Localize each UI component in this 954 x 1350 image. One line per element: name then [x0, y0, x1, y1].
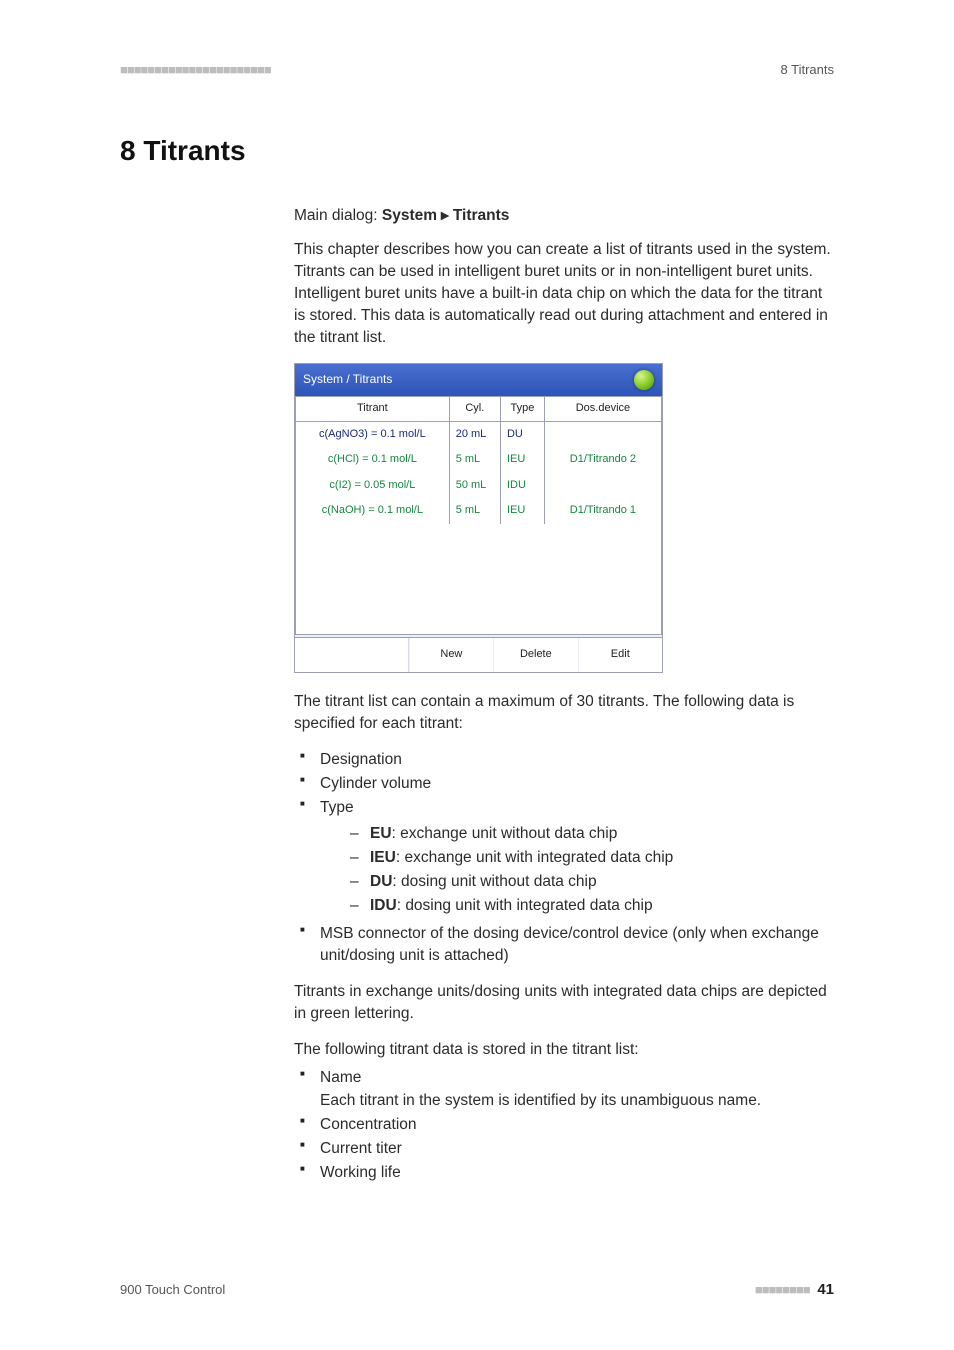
list-item-label: Type — [320, 799, 354, 816]
col-cyl[interactable]: Cyl. — [449, 397, 500, 422]
cell-cyl: 20 mL — [449, 421, 500, 447]
breadcrumb: Main dialog: System▸Titrants — [294, 205, 834, 227]
type-code: IEU — [370, 849, 396, 866]
cell-dev — [544, 473, 661, 499]
screenshot-system-titrants: System / Titrants Titrant Cyl. Type Dos.… — [294, 363, 663, 673]
list-item: Concentration — [294, 1114, 834, 1136]
cell-titrant: c(AgNO3) = 0.1 mol/L — [296, 421, 450, 447]
list-item: Type EU: exchange unit without data chip… — [294, 797, 834, 921]
col-titrant[interactable]: Titrant — [296, 397, 450, 422]
intro-paragraph: This chapter describes how you can creat… — [294, 239, 834, 349]
list-item-label: Name — [320, 1069, 361, 1086]
type-desc: : exchange unit without data chip — [392, 825, 618, 842]
type-desc: : dosing unit with integrated data chip — [397, 897, 653, 914]
cell-type: IEU — [500, 447, 544, 473]
cell-titrant: c(I2) = 0.05 mol/L — [296, 473, 450, 499]
list-item-sublabel: Each titrant in the system is identified… — [320, 1090, 834, 1112]
footer-product: 900 Touch Control — [120, 1282, 225, 1297]
breadcrumb-prefix: Main dialog: — [294, 207, 382, 224]
home-orb-icon[interactable] — [634, 370, 654, 390]
type-code: EU — [370, 825, 392, 842]
specified-data-list: Designation Cylinder volume Type EU: exc… — [294, 749, 834, 967]
list-item: Cylinder volume — [294, 773, 834, 795]
footer-right: ■■■■■■■■ 41 — [755, 1281, 834, 1298]
header-section-label: 8 Titrants — [781, 62, 834, 77]
cell-dev: D1/Titrando 2 — [544, 447, 661, 473]
breadcrumb-part-system: System — [382, 207, 437, 224]
stored-data-list: Name Each titrant in the system is ident… — [294, 1067, 834, 1184]
delete-button[interactable]: Delete — [493, 638, 577, 672]
list-item-label: Concentration — [320, 1116, 417, 1133]
cell-cyl: 5 mL — [449, 498, 500, 524]
type-desc: : exchange unit with integrated data chi… — [396, 849, 673, 866]
list-item: Working life — [294, 1162, 834, 1184]
list-item: IEU: exchange unit with integrated data … — [350, 847, 834, 869]
cell-type: IEU — [500, 498, 544, 524]
breadcrumb-part-titrants: Titrants — [453, 207, 510, 224]
list-item: IDU: dosing unit with integrated data ch… — [350, 895, 834, 917]
cell-cyl: 50 mL — [449, 473, 500, 499]
button-bar-spacer — [295, 638, 409, 672]
list-item: Name Each titrant in the system is ident… — [294, 1067, 834, 1112]
table-empty-area — [296, 524, 662, 634]
type-code: IDU — [370, 897, 397, 914]
screenshot-title: System / Titrants — [303, 371, 392, 388]
table-row[interactable]: c(NaOH) = 0.1 mol/L 5 mL IEU D1/Titrando… — [296, 498, 662, 524]
titrant-table: Titrant Cyl. Type Dos.device c(AgNO3) = … — [295, 396, 662, 634]
page-footer: 900 Touch Control ■■■■■■■■ 41 — [120, 1281, 834, 1298]
cell-dev: D1/Titrando 1 — [544, 498, 661, 524]
table-row[interactable]: c(HCl) = 0.1 mol/L 5 mL IEU D1/Titrando … — [296, 447, 662, 473]
cell-cyl: 5 mL — [449, 447, 500, 473]
list-item-label: MSB connector of the dosing device/contr… — [320, 925, 819, 964]
new-button[interactable]: New — [409, 638, 493, 672]
cell-titrant: c(NaOH) = 0.1 mol/L — [296, 498, 450, 524]
type-desc: : dosing unit without data chip — [392, 873, 596, 890]
breadcrumb-arrow-icon: ▸ — [437, 207, 453, 224]
list-item: Designation — [294, 749, 834, 771]
footer-page-number: 41 — [817, 1281, 834, 1298]
footer-dashes: ■■■■■■■■ — [755, 1282, 810, 1297]
page-header: ■■■■■■■■■■■■■■■■■■■■■■ 8 Titrants — [120, 62, 834, 77]
green-lettering-paragraph: Titrants in exchange units/dosing units … — [294, 981, 834, 1025]
cell-type: IDU — [500, 473, 544, 499]
list-item: MSB connector of the dosing device/contr… — [294, 923, 834, 967]
list-item: DU: dosing unit without data chip — [350, 871, 834, 893]
type-code: DU — [370, 873, 392, 890]
list-item: Current titer — [294, 1138, 834, 1160]
screenshot-titlebar: System / Titrants — [295, 364, 662, 396]
list-item-label: Current titer — [320, 1140, 402, 1157]
stored-data-paragraph: The following titrant data is stored in … — [294, 1039, 834, 1061]
cell-dev — [544, 421, 661, 447]
cell-type: DU — [500, 421, 544, 447]
list-item-label: Designation — [320, 751, 402, 768]
chapter-title: 8 Titrants — [120, 135, 834, 167]
list-item-label: Working life — [320, 1164, 401, 1181]
col-dosdevice[interactable]: Dos.device — [544, 397, 661, 422]
table-row[interactable]: c(AgNO3) = 0.1 mol/L 20 mL DU — [296, 421, 662, 447]
edit-button[interactable]: Edit — [578, 638, 662, 672]
table-row[interactable]: c(I2) = 0.05 mol/L 50 mL IDU — [296, 473, 662, 499]
list-item-label: Cylinder volume — [320, 775, 431, 792]
cell-titrant: c(HCl) = 0.1 mol/L — [296, 447, 450, 473]
screenshot-button-bar: New Delete Edit — [295, 638, 662, 672]
type-sublist: EU: exchange unit without data chip IEU:… — [320, 819, 834, 921]
col-type[interactable]: Type — [500, 397, 544, 422]
header-dashes: ■■■■■■■■■■■■■■■■■■■■■■ — [120, 62, 271, 77]
after-screenshot-paragraph: The titrant list can contain a maximum o… — [294, 691, 834, 735]
list-item: EU: exchange unit without data chip — [350, 823, 834, 845]
